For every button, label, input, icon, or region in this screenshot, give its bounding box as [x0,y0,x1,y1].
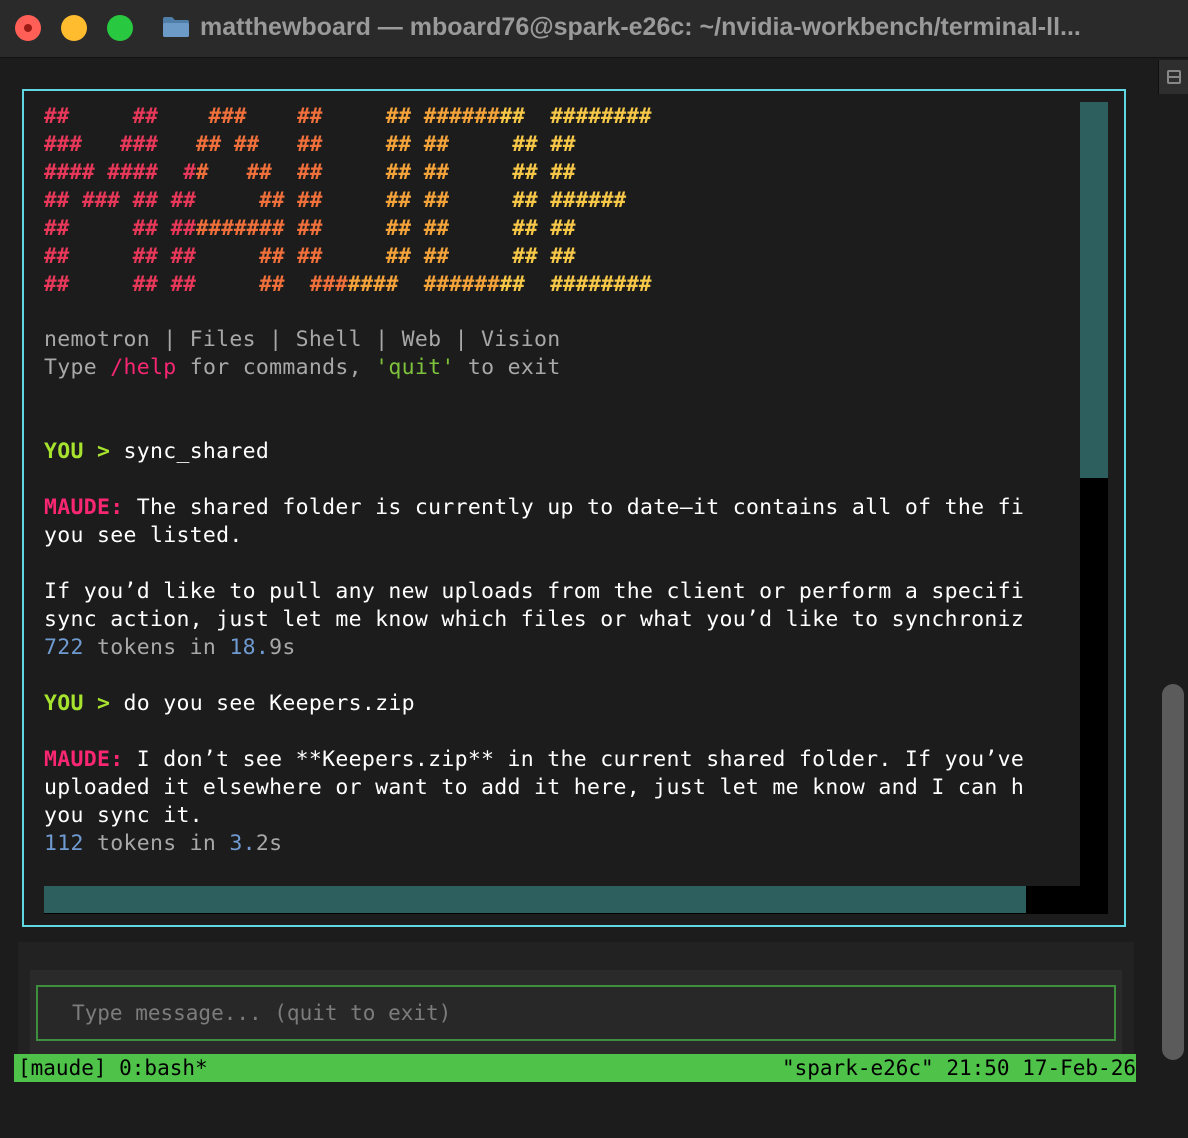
assistant-message-line: you see listed. [44,523,243,548]
tmux-host-clock: "spark-e26c" 21:50 17-Feb-26 [781,1056,1136,1080]
help-mid: for commands, [176,355,376,380]
zoom-window-button[interactable] [107,15,133,41]
logo-line: ## ## ### ## ## ######## ######## [44,104,652,128]
assistant-message-line: MAUDE: The shared folder is currently up… [44,494,1080,522]
quit-command: 'quit' [375,355,455,380]
chat-vertical-scroll-thumb[interactable] [1080,102,1108,478]
assistant-message-line: MAUDE: I don’t see **Keepers.zip** in th… [44,746,1080,774]
user-message-text: do you see Keepers.zip [123,691,415,716]
window-titlebar: matthewboard — mboard76@spark-e26c: ~/nv… [0,0,1188,58]
token-count: 112 [44,831,84,856]
minimize-window-button[interactable] [61,15,87,41]
window-title: matthewboard — mboard76@spark-e26c: ~/nv… [200,13,1081,41]
elapsed-time-int: 18. [229,635,270,660]
maude-label: MAUDE: [44,747,124,772]
chat-horizontal-scroll-thumb[interactable] [44,886,1026,913]
folder-icon [163,17,189,37]
logo-line: ## ## ## ## ## ## ## ## ## [44,244,576,268]
assistant-text: The shared folder is currently up to dat… [123,495,1025,520]
token-stats: 722 tokens in 18.9s [44,634,296,662]
logo-line: ## ## ######### ## ## ## ## ## [44,216,576,240]
tmux-status-bar: [maude] 0:bash* "spark-e26c" 21:50 17-Fe… [14,1054,1136,1082]
help-suffix: to exit [454,355,561,380]
tmux-session-window[interactable]: [maude] 0:bash* [18,1054,208,1082]
window-scrollbar-thumb[interactable] [1162,684,1184,1060]
assistant-text: I don’t see **Keepers.zip** in the curre… [123,747,1025,772]
elapsed-time-rest: 2s [255,831,283,856]
assistant-message-line: uploaded it elsewhere or want to add it … [44,775,1025,800]
assistant-message-line: sync action, just let me know which file… [44,607,1025,632]
logo-line: ### ### ## ## ## ## ## ## ## [44,132,576,156]
help-hint-line: Type /help for commands, 'quit' to exit [44,354,561,382]
maude-label: MAUDE: [44,495,124,520]
elapsed-time-int: 3. [229,831,256,856]
help-prefix: Type [44,355,111,380]
split-pane-button[interactable] [1158,60,1188,94]
logo-line: #### #### ## ## ## ## ## ## ## [44,160,576,184]
assistant-message-line: If you’d like to pull any new uploads fr… [44,579,1025,604]
split-pane-icon [1167,70,1181,84]
you-label: YOU > [44,691,124,716]
token-count: 722 [44,635,84,660]
message-input[interactable] [38,987,1114,1039]
assistant-message-line: you sync it. [44,803,203,828]
token-stats-mid: tokens in [83,831,230,856]
logo-line: ## ### ## ## ## ## ## ## ## ###### [44,188,627,212]
token-stats: 112 tokens in 3.2s [44,830,282,858]
you-label: YOU > [44,439,124,464]
close-window-button[interactable] [15,15,41,41]
elapsed-time-rest: 9s [269,635,296,660]
user-message: YOU > do you see Keepers.zip [44,690,1080,718]
token-stats-mid: tokens in [83,635,230,660]
help-command: /help [110,355,177,380]
user-message: YOU > sync_shared [44,438,1080,466]
logo-line: ## ## ## ## ####### ######## ######## [44,272,652,296]
message-input-box[interactable] [36,985,1116,1041]
user-message-text: sync_shared [123,439,270,464]
capabilities-line: nemotron | Files | Shell | Web | Vision [44,327,561,352]
